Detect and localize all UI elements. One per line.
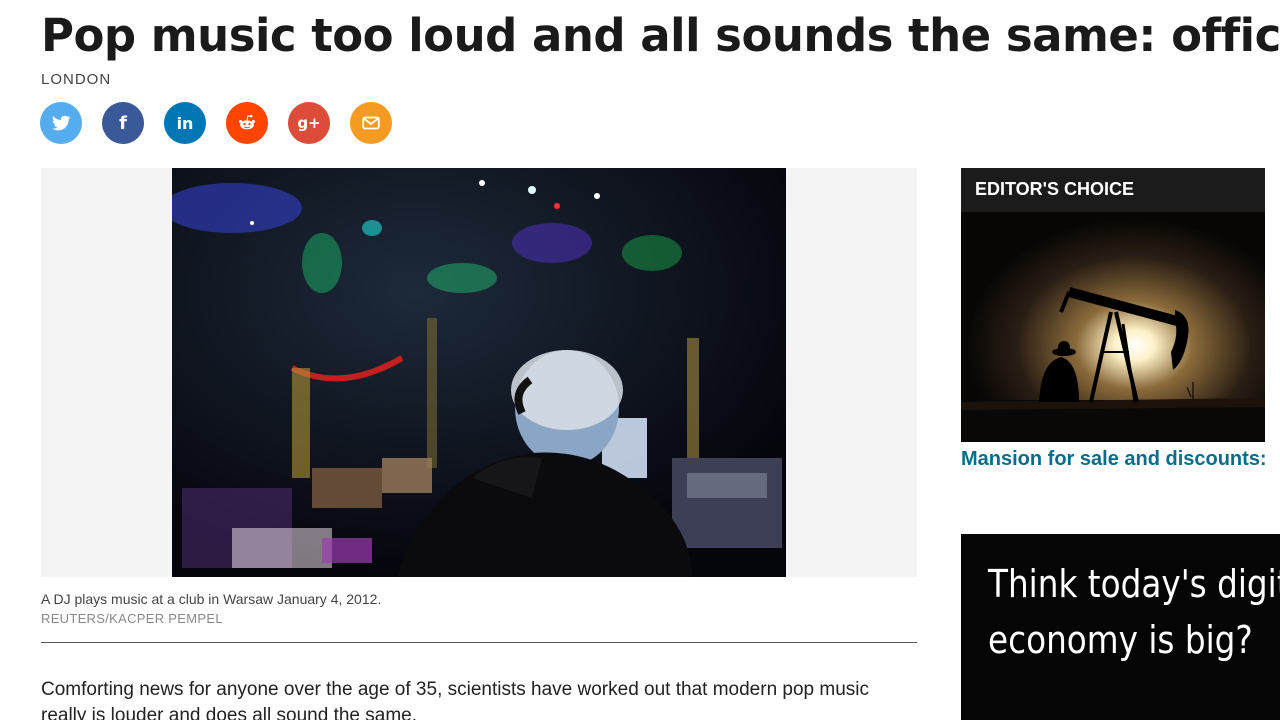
reddit-icon	[238, 114, 256, 130]
linkedin-share-button[interactable]: in	[164, 102, 206, 144]
twitter-icon	[52, 115, 71, 131]
google-plus-icon: g+	[297, 114, 321, 132]
facebook-icon: f	[119, 112, 127, 134]
twitter-share-button[interactable]	[40, 102, 82, 144]
email-share-button[interactable]	[350, 102, 392, 144]
oil-pump-photo[interactable]	[961, 212, 1265, 442]
editors-choice-header: EDITOR'S CHOICE	[961, 168, 1265, 212]
article-photo-frame	[41, 168, 917, 577]
divider	[41, 642, 917, 643]
share-buttons: f in g+	[40, 102, 392, 144]
linkedin-icon: in	[176, 113, 194, 133]
article-headline: Pop music too loud and all sounds the sa…	[41, 9, 1280, 62]
advertisement[interactable]: Think today's digital economy is big?	[961, 534, 1280, 720]
ad-line-2: economy is big?	[988, 618, 1253, 662]
photo-caption: A DJ plays music at a club in Warsaw Jan…	[41, 591, 382, 607]
facebook-share-button[interactable]: f	[102, 102, 144, 144]
reddit-share-button[interactable]	[226, 102, 268, 144]
editors-choice-panel: EDITOR'S CHOICE Mansion for sale and dis…	[961, 168, 1265, 500]
google-plus-share-button[interactable]: g+	[288, 102, 330, 144]
ad-line-1: Think today's digital	[988, 562, 1280, 606]
dateline: LONDON	[41, 71, 112, 88]
photo-credit: REUTERS/KACPER PEMPEL	[41, 611, 223, 626]
editors-choice-headline[interactable]: Mansion for sale and discounts: oil rout…	[961, 446, 1265, 472]
email-icon	[362, 116, 380, 130]
article-body: Comforting news for anyone over the age …	[41, 679, 870, 720]
dj-club-photo[interactable]	[172, 168, 786, 577]
